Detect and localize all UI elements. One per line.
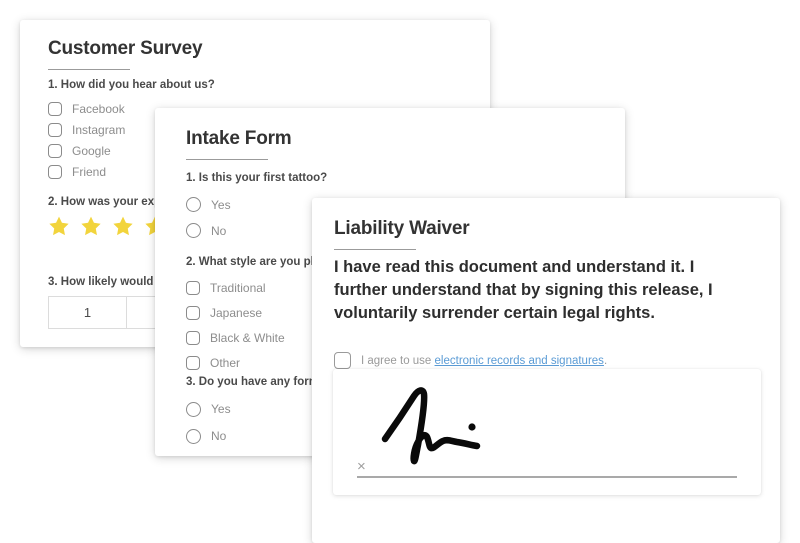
checkbox-icon[interactable] <box>186 331 200 345</box>
agree-text: I agree to use electronic records and si… <box>361 355 607 367</box>
signature-baseline <box>357 476 737 478</box>
option-label: Traditional <box>210 281 266 295</box>
option-label: Instagram <box>72 123 126 137</box>
title-underline <box>186 159 268 160</box>
signature-pad[interactable]: × <box>333 369 761 495</box>
checkbox-icon[interactable] <box>48 102 62 116</box>
intake-q1-options: Yes No <box>186 192 327 243</box>
checkbox-icon[interactable] <box>186 356 200 370</box>
option-label: No <box>211 429 227 443</box>
star-icon[interactable] <box>80 215 102 237</box>
star-icon[interactable] <box>112 215 134 237</box>
option-label: Yes <box>211 402 231 416</box>
option-label: Other <box>210 356 241 370</box>
checkbox-icon[interactable] <box>186 281 200 295</box>
option-label: Facebook <box>72 102 125 116</box>
star-icon[interactable] <box>48 215 70 237</box>
intake-form-heading: Intake Form <box>186 128 292 160</box>
liability-waiver-heading: Liability Waiver <box>334 218 470 250</box>
page-title: Intake Form <box>186 128 292 149</box>
agree-text-prefix: I agree to use <box>361 354 435 367</box>
question-label: 1. How did you hear about us? <box>48 79 215 91</box>
option-label: Google <box>72 144 111 158</box>
radio-option-no[interactable]: No <box>186 218 327 243</box>
radio-option-yes[interactable]: Yes <box>186 192 327 217</box>
radio-icon[interactable] <box>186 401 201 417</box>
customer-survey-heading: Customer Survey <box>48 38 203 70</box>
radio-icon[interactable] <box>186 223 201 238</box>
scale-cell[interactable]: 1 <box>48 296 126 329</box>
title-underline <box>334 249 416 250</box>
question-label: 1. Is this your first tattoo? <box>186 172 328 184</box>
waiver-body-text: I have read this document and understand… <box>334 258 713 322</box>
radio-icon[interactable] <box>186 197 201 212</box>
option-label: Friend <box>72 165 107 179</box>
liability-waiver-content: Liability Waiver I have read this docume… <box>312 198 780 543</box>
agree-row[interactable]: I agree to use electronic records and si… <box>334 352 607 369</box>
agree-text-suffix: . <box>603 354 608 367</box>
electronic-records-link[interactable]: electronic records and signatures <box>435 355 604 367</box>
option-label: Japanese <box>210 306 263 320</box>
option-label: Black & White <box>210 331 285 345</box>
agree-checkbox-icon[interactable] <box>334 352 351 369</box>
radio-icon[interactable] <box>186 428 201 444</box>
page-title: Liability Waiver <box>334 218 470 239</box>
title-underline <box>48 69 130 70</box>
checkbox-icon[interactable] <box>48 123 62 137</box>
clear-signature-button[interactable]: × <box>357 459 366 474</box>
screenshot-stage: Customer Survey 1. How did you hear abou… <box>0 0 800 543</box>
option-label: No <box>211 223 227 238</box>
intake-question-1: 1. Is this your first tattoo? Yes No <box>186 172 327 243</box>
checkbox-icon[interactable] <box>48 165 62 179</box>
liability-waiver-card: Liability Waiver I have read this docume… <box>312 198 780 543</box>
checkbox-icon[interactable] <box>48 144 62 158</box>
checkbox-icon[interactable] <box>186 306 200 320</box>
page-title: Customer Survey <box>48 38 203 59</box>
signature-ink <box>381 387 481 465</box>
option-label: Yes <box>211 197 231 212</box>
